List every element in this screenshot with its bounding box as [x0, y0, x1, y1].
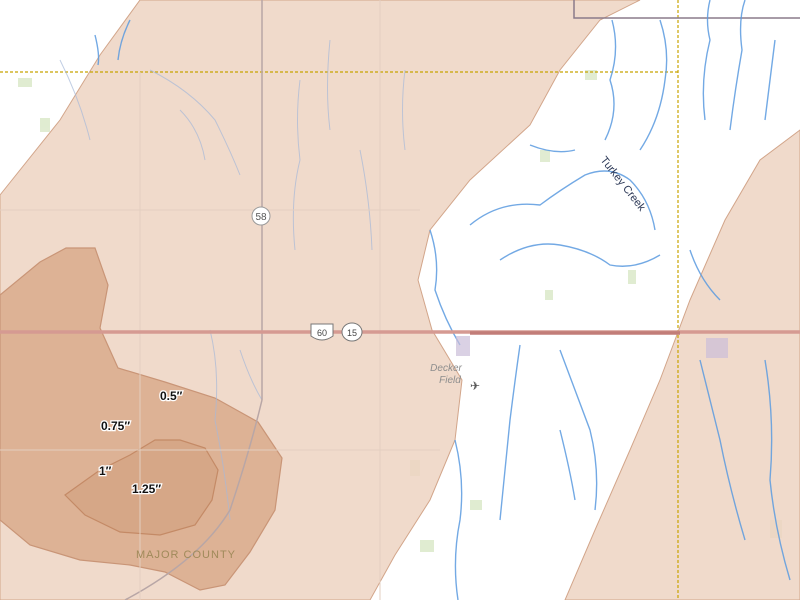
route-shield-60-label: 60: [317, 328, 327, 338]
hail-label-0.75: 0.75″: [101, 419, 130, 433]
route-shield-60: 60: [310, 323, 334, 341]
route-shield-58-label: 58: [255, 212, 267, 223]
hail-label-1.25: 1.25″: [132, 482, 161, 496]
hail-swath-map[interactable]: 58 60 15 Decker Field ✈ Turkey Creek MAJ…: [0, 0, 800, 600]
hail-label-0.5: 0.5″: [160, 389, 183, 403]
airport-name-line2: Field: [439, 375, 461, 386]
creek-label: Turkey Creek: [598, 154, 648, 213]
county-label: MAJOR COUNTY: [136, 549, 236, 561]
route-shield-15: 15: [341, 322, 363, 342]
airport-name-line1: Decker: [430, 363, 462, 374]
hail-label-1: 1″: [99, 464, 112, 478]
airport-icon: ✈: [470, 379, 480, 393]
route-shield-58: 58: [251, 206, 271, 226]
route-shield-15-label: 15: [347, 328, 357, 338]
